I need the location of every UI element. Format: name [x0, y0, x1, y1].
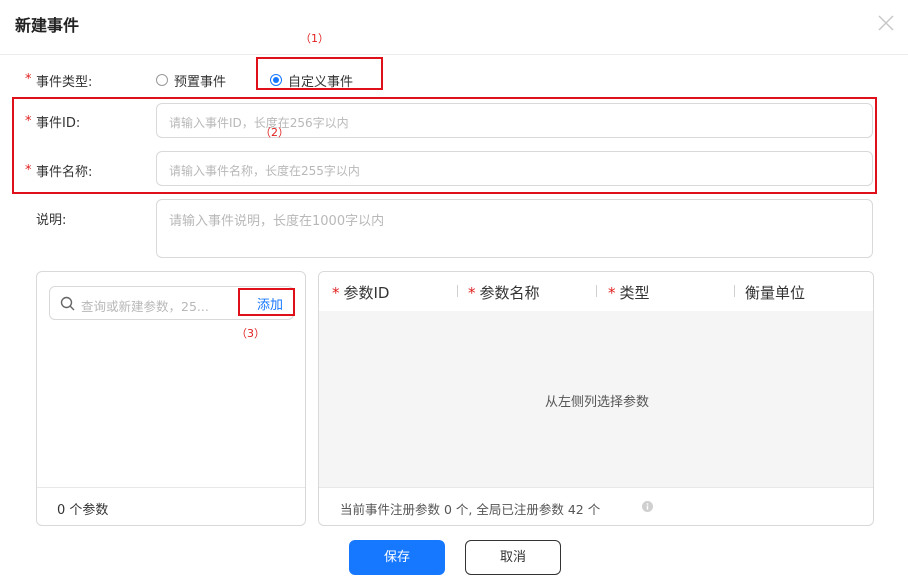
- info-icon[interactable]: [642, 501, 653, 512]
- param-search-placeholder: 查询或新建参数，25...: [81, 299, 209, 314]
- column-separator: [734, 285, 735, 297]
- dialog-title: 新建事件: [15, 16, 80, 35]
- selected-params-panel: * 参数ID * 参数名称 * 类型 衡量单位 从左侧列选择参数 当前事件注册参数 0…: [318, 271, 874, 526]
- radio-preset-circle[interactable]: [156, 74, 168, 86]
- description-placeholder: 请输入事件说明，长度在1000字以内: [169, 214, 385, 229]
- event-id-placeholder: 请输入事件ID，长度在256字以内: [169, 116, 349, 130]
- close-icon: [878, 15, 894, 31]
- column-header: * 参数ID: [332, 284, 390, 302]
- event-id-label: 事件ID:: [36, 116, 81, 131]
- description-label: 说明:: [36, 213, 67, 228]
- header-divider: [0, 54, 908, 55]
- column-header: * 类型: [608, 284, 650, 302]
- params-table-header: * 参数ID * 参数名称 * 类型 衡量单位: [319, 272, 873, 311]
- column-separator: [596, 285, 597, 297]
- event-name-placeholder: 请输入事件名称，长度在255字以内: [169, 164, 360, 178]
- required-mark: *: [25, 163, 32, 178]
- annotation-1: （1）: [300, 32, 329, 45]
- cancel-button[interactable]: 取消: [465, 540, 561, 575]
- annotation-2: （2）: [260, 126, 289, 139]
- param-registration-summary: 当前事件注册参数 0 个, 全局已注册参数 42 个: [340, 502, 601, 517]
- radio-custom-circle[interactable]: [270, 74, 282, 86]
- required-mark: *: [25, 114, 32, 129]
- param-count: 0 个参数: [57, 503, 109, 518]
- event-name-label: 事件名称:: [36, 165, 93, 180]
- required-mark: *: [468, 284, 476, 302]
- annotation-3: （3）: [236, 327, 265, 340]
- required-mark: *: [608, 284, 616, 302]
- event-type-label: 事件类型:: [36, 75, 93, 90]
- add-param-button[interactable]: 添加: [257, 294, 283, 313]
- event-name-input[interactable]: 请输入事件名称，长度在255字以内: [156, 151, 873, 186]
- params-table-body: 从左侧列选择参数: [319, 311, 873, 487]
- save-button[interactable]: 保存: [349, 540, 445, 575]
- radio-custom-label: 自定义事件: [288, 75, 354, 90]
- left-panel-divider: [37, 487, 305, 488]
- search-icon: [60, 296, 75, 311]
- required-mark: *: [25, 72, 32, 87]
- empty-state-text: 从左侧列选择参数: [544, 395, 649, 410]
- column-separator: [457, 285, 458, 297]
- column-header: * 参数名称: [468, 284, 540, 302]
- radio-preset-label: 预置事件: [174, 75, 227, 90]
- right-panel-divider: [319, 487, 873, 488]
- required-mark: *: [332, 284, 340, 302]
- description-textarea[interactable]: 请输入事件说明，长度在1000字以内: [156, 199, 873, 258]
- column-header: 衡量单位: [745, 284, 806, 302]
- close-button[interactable]: [875, 12, 897, 34]
